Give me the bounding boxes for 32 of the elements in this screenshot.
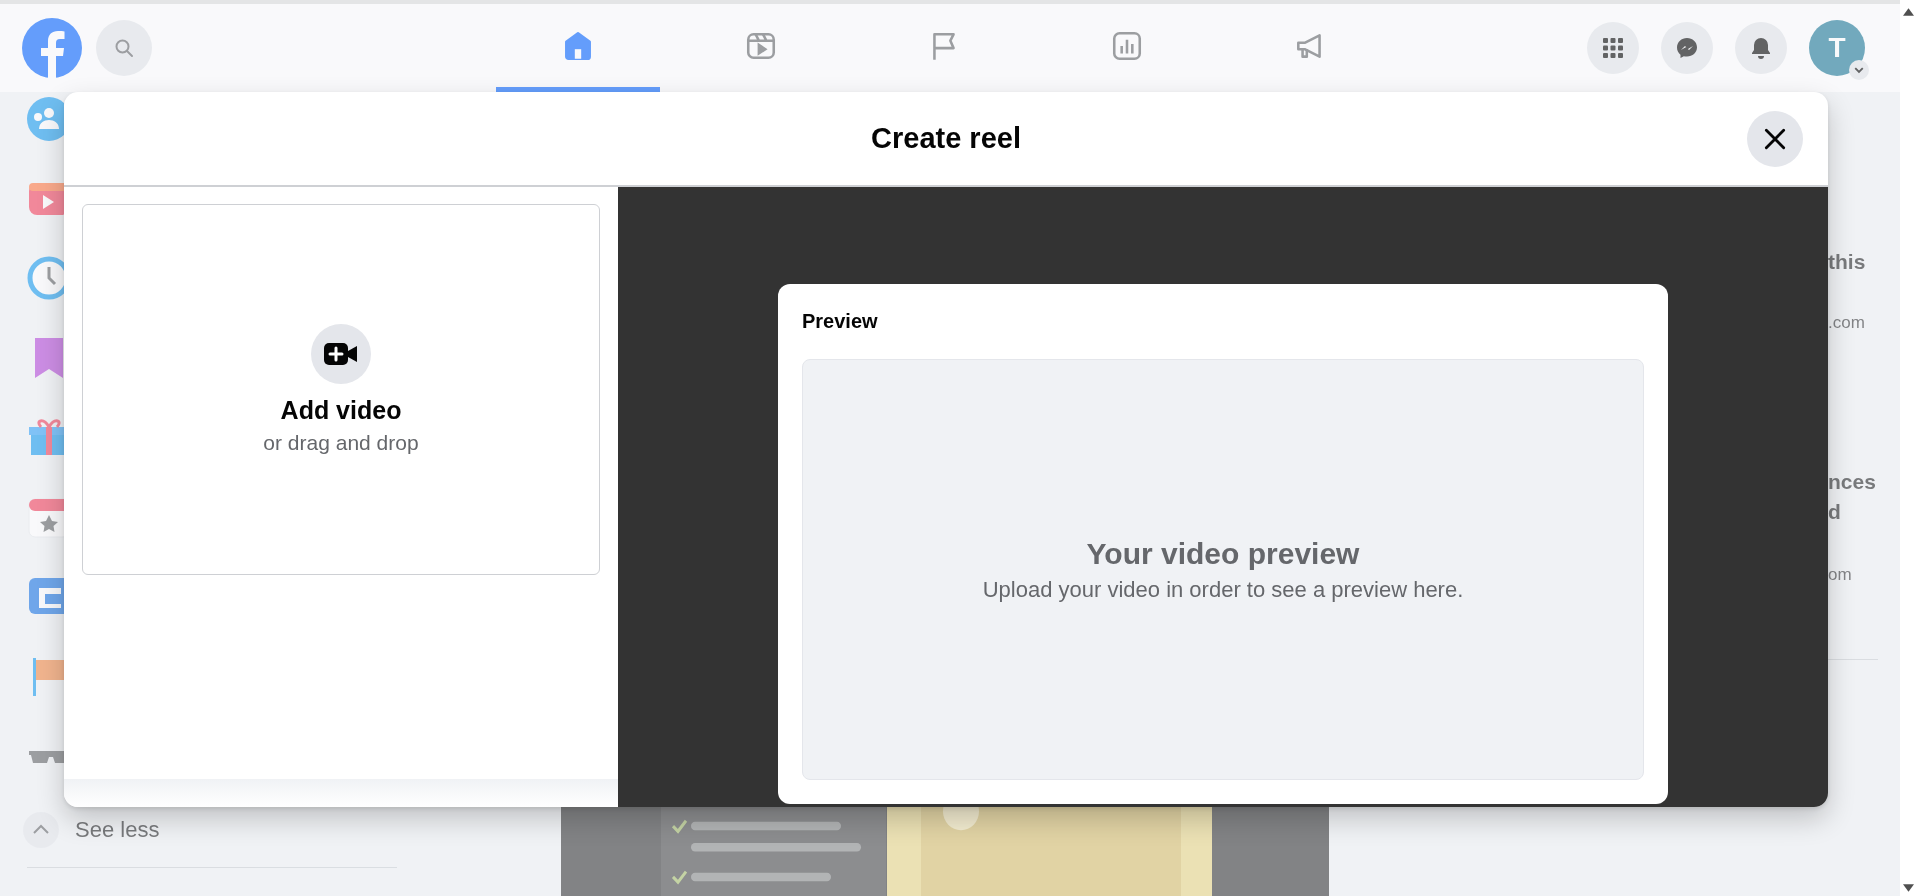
caret-icon[interactable]: [1849, 60, 1869, 80]
preview-title: Your video preview: [1086, 536, 1360, 571]
messenger-icon: [1675, 36, 1699, 60]
dialog-title: Create reel: [871, 122, 1021, 155]
logo-icon[interactable]: [22, 18, 82, 78]
search-button[interactable]: [96, 20, 152, 76]
ad-title[interactable]: d: [1828, 497, 1900, 527]
preview-hint: Upload your video in order to see a preview here.: [982, 576, 1464, 603]
groups-icon[interactable]: [27, 97, 64, 141]
avatar[interactable]: T: [1809, 20, 1865, 76]
add-video-icon: [311, 324, 371, 384]
search-icon: [114, 38, 134, 58]
bell-icon: [1749, 36, 1773, 60]
add-video-label: Add video: [280, 396, 402, 425]
close-button[interactable]: [1747, 111, 1803, 167]
drag-drop-hint: or drag and drop: [263, 431, 419, 455]
scroll-down-icon[interactable]: [1903, 884, 1914, 892]
ad-title[interactable]: this: [1828, 247, 1900, 277]
ad-title[interactable]: nces: [1828, 467, 1900, 497]
upload-area[interactable]: Add video or drag and drop: [82, 204, 600, 575]
ad-link[interactable]: om: [1828, 560, 1900, 590]
preview-heading: Preview: [802, 310, 879, 333]
ad-link[interactable]: .com: [1828, 308, 1900, 338]
scroll-up-icon[interactable]: [1903, 8, 1914, 16]
messenger-button[interactable]: [1661, 22, 1713, 74]
see-less-link[interactable]: See less: [23, 807, 203, 852]
grid-icon: [1601, 36, 1625, 60]
menu-grid-button[interactable]: [1587, 22, 1639, 74]
notifications-button[interactable]: [1735, 22, 1787, 74]
clock-icon[interactable]: [27, 256, 64, 300]
chevron-up-icon: [23, 811, 59, 848]
close-icon: [1762, 126, 1788, 152]
